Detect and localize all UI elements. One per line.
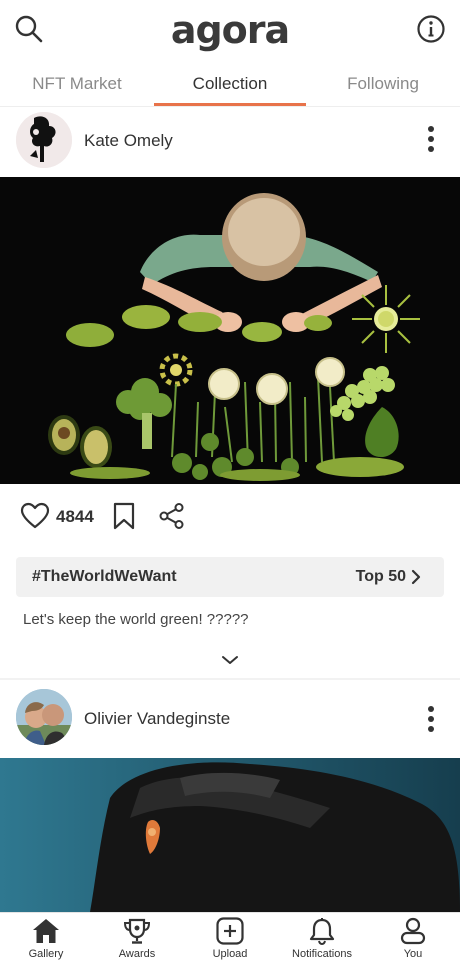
nav-label: Awards (118, 948, 156, 960)
post-caption: Let's keep the world green! ????? (23, 611, 249, 628)
nav-label: Notifications (292, 948, 352, 960)
nav-upload[interactable]: Upload (190, 917, 270, 960)
post-actions: 4844 (0, 497, 460, 537)
info-icon[interactable] (416, 14, 446, 44)
nav-label: You (403, 948, 423, 960)
post-image[interactable] (0, 177, 460, 484)
post-author-name[interactable]: Olivier Vandeginste (84, 709, 230, 729)
app-header: agora (0, 0, 460, 62)
plus-square-icon (216, 917, 244, 945)
nav-label: Upload (212, 948, 248, 960)
post-photo (0, 177, 460, 484)
contest-tag-bar[interactable]: #TheWorldWeWant Top 50 (16, 557, 444, 597)
post-divider (0, 678, 460, 680)
chevron-down-icon[interactable] (221, 654, 239, 666)
post-header: Kate Omely (0, 107, 460, 177)
tab-bar: NFT Market Collection Following (0, 62, 460, 107)
avatar[interactable] (16, 689, 72, 745)
post-image[interactable] (0, 758, 460, 912)
rank-label: Top 50 (355, 568, 406, 585)
avatar-image (16, 689, 72, 745)
more-options-icon[interactable] (428, 126, 434, 156)
hashtag-label[interactable]: #TheWorldWeWant (32, 568, 177, 586)
bell-icon (309, 918, 335, 945)
avatar[interactable] (16, 112, 72, 168)
post-author-name[interactable]: Kate Omely (84, 131, 173, 151)
person-icon (400, 917, 426, 945)
bottom-navigation: Gallery Awards Upload Notifications You (0, 912, 460, 966)
heart-icon[interactable] (20, 502, 50, 530)
share-icon[interactable] (158, 502, 186, 530)
trophy-icon (123, 918, 151, 944)
nav-gallery[interactable]: Gallery (6, 917, 86, 960)
nav-label: Gallery (28, 948, 64, 960)
nav-you[interactable]: You (373, 917, 453, 960)
more-options-icon[interactable] (428, 706, 434, 736)
post-header: Olivier Vandeginste (0, 683, 460, 753)
tab-collection[interactable]: Collection (155, 74, 305, 94)
home-icon (33, 919, 59, 943)
nav-notifications[interactable]: Notifications (282, 917, 362, 960)
active-tab-indicator (154, 103, 306, 106)
post-photo (0, 758, 460, 912)
bookmark-icon[interactable] (112, 502, 136, 530)
app-logo: agora (170, 8, 290, 52)
like-count: 4844 (56, 507, 94, 526)
avatar-image (16, 112, 72, 168)
chevron-right-icon[interactable] (410, 569, 422, 585)
tab-following[interactable]: Following (308, 74, 458, 94)
nav-awards[interactable]: Awards (97, 917, 177, 960)
tab-nft-market[interactable]: NFT Market (2, 74, 152, 94)
